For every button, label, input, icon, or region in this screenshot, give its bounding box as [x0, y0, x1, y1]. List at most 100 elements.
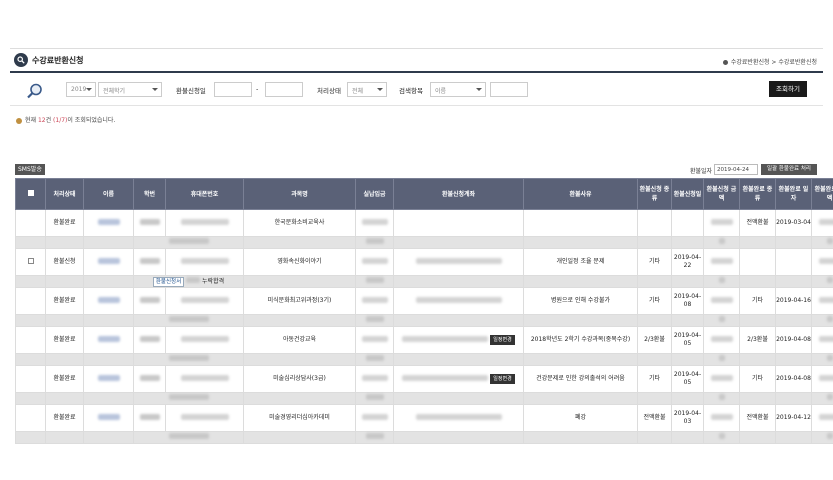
sub-cell — [811, 431, 833, 444]
sms-button[interactable]: SMS발송 — [15, 164, 45, 175]
table-row[interactable]: 환불완료 아동건강교육 일정변경 2018학년도 2학기 수강과목(중복수강) 2/3환… — [15, 326, 833, 354]
search-icon — [14, 53, 28, 67]
name-cell[interactable] — [83, 365, 134, 393]
row-checkbox[interactable] — [27, 257, 34, 264]
done-type-cell: 기타 — [739, 287, 776, 315]
redacted-value — [365, 277, 384, 283]
column-header: 실납입금 — [355, 178, 394, 210]
redacted-value — [415, 257, 502, 264]
table-row[interactable]: 환불완료 한국문화소비교육사 전액환불 2019-03-04 — [15, 209, 833, 237]
sub-cell — [45, 275, 84, 288]
year-select[interactable]: 2019 — [66, 82, 96, 97]
column-header: 환불완료 일자 — [775, 178, 812, 210]
sub-cell — [15, 236, 46, 249]
redacted-value — [710, 335, 733, 342]
status-select[interactable]: 전체 — [347, 82, 387, 97]
sub-cell — [355, 236, 394, 249]
row-select-cell[interactable] — [15, 326, 46, 354]
sub-cell — [393, 353, 524, 366]
chevron-down-icon — [152, 88, 158, 91]
status-cell: 환불신청 — [45, 248, 84, 276]
name-cell[interactable] — [83, 326, 134, 354]
select-all-checkbox[interactable] — [27, 189, 34, 196]
done-date-cell: 2019-04-16 — [775, 287, 812, 315]
redacted-value — [365, 316, 384, 322]
done-amount-cell — [811, 404, 833, 432]
request-type-cell: 기타 — [637, 287, 672, 315]
refund-date-input[interactable]: 2019-04-24 — [714, 164, 758, 175]
done-date-cell: 2019-04-08 — [775, 365, 812, 393]
search-label: 검색항목 — [399, 87, 423, 95]
breadcrumb: 수강료반환신청 > 수강료반환신청 — [722, 57, 817, 66]
header-select-all[interactable] — [15, 178, 46, 210]
status-cell: 환불완료 — [45, 365, 84, 393]
redacted-value — [97, 296, 120, 303]
sub-cell — [45, 431, 84, 444]
redacted-value — [180, 296, 229, 303]
sub-cell — [671, 314, 704, 327]
name-cell[interactable] — [83, 248, 134, 276]
filter-bar: 2019 전체학기 환불신청일 - 처리상태 전체 검색항목 이름 조회하기 — [10, 76, 823, 106]
done-amount-cell — [811, 209, 833, 237]
request-amount-cell — [703, 404, 740, 432]
row-select-cell[interactable] — [15, 287, 46, 315]
row-select-cell[interactable] — [15, 365, 46, 393]
breadcrumb-text: 수강료반환신청 > 수강료반환신청 — [730, 59, 817, 66]
redacted-value — [710, 296, 733, 303]
refund-form-link[interactable]: 환불신청서 — [152, 276, 185, 287]
redacted-value — [168, 433, 209, 439]
column-header: 환불신청 금액 — [703, 178, 740, 210]
sub-cell — [523, 314, 638, 327]
course-cell: 한국문화소비교육사 — [243, 209, 356, 237]
date-to-input[interactable] — [265, 82, 303, 97]
request-amount-cell — [703, 209, 740, 237]
sub-cell — [355, 431, 394, 444]
sub-cell — [15, 431, 46, 444]
course-cell: 영화속신화이야기 — [243, 248, 356, 276]
search-button[interactable]: 조회하기 — [769, 81, 807, 97]
table-row[interactable]: 환불완료 미술경영리더십아카데미 폐강 전액환불 2019-04-03 전액환불 2019-… — [15, 404, 833, 432]
done-date-cell — [775, 248, 812, 276]
redacted-value — [818, 257, 833, 264]
name-cell[interactable] — [83, 209, 134, 237]
row-select-cell[interactable] — [15, 209, 46, 237]
done-date-cell: 2019-04-08 — [775, 326, 812, 354]
reason-cell — [523, 209, 638, 237]
table-row[interactable]: 환불신청 영화속신화이야기 개인일정 조율 문제 기타 2019-04-22 — [15, 248, 833, 276]
redacted-value — [139, 218, 160, 225]
redacted-value — [826, 394, 833, 400]
name-cell[interactable] — [83, 404, 134, 432]
sub-cell — [83, 314, 134, 327]
redacted-value — [361, 296, 388, 303]
sub-cell — [811, 236, 833, 249]
row-select-cell[interactable] — [15, 248, 46, 276]
redacted-value — [826, 355, 833, 361]
sub-cell — [393, 431, 524, 444]
sub-cell — [83, 275, 134, 288]
search-field-select[interactable]: 이름 — [430, 82, 486, 97]
sub-cell — [355, 275, 394, 288]
name-cell[interactable] — [83, 287, 134, 315]
sub-cell — [243, 275, 356, 288]
row-select-cell[interactable] — [15, 404, 46, 432]
request-date-cell: 2019-04-05 — [671, 326, 704, 354]
sub-cell — [775, 275, 812, 288]
sub-cell — [523, 392, 638, 405]
sub-cell — [775, 353, 812, 366]
term-select[interactable]: 전체학기 — [98, 82, 162, 97]
redacted-value — [718, 355, 725, 361]
request-amount-cell — [703, 287, 740, 315]
term-value: 전체학기 — [103, 88, 126, 95]
table-row[interactable]: 환불완료 미식문화최고위과정(3기) 병원으로 인해 수강불가 기타 2019-04-0… — [15, 287, 833, 315]
account-cell: 일정변경 — [393, 326, 524, 354]
redacted-value — [710, 218, 733, 225]
search-input[interactable] — [490, 82, 528, 97]
batch-refund-button[interactable]: 일괄 환불완료 처리 — [761, 164, 817, 175]
page-title: 수강료반환신청 — [32, 56, 84, 65]
redacted-value — [365, 355, 384, 361]
table-row[interactable]: 환불완료 미술심리상담사(3급) 일정변경 건강문제로 인한 강의출석의 어려움 기타 2… — [15, 365, 833, 393]
column-header: 학번 — [133, 178, 166, 210]
date-from-input[interactable] — [214, 82, 252, 97]
redacted-value — [97, 413, 120, 420]
redacted-value — [826, 433, 833, 439]
